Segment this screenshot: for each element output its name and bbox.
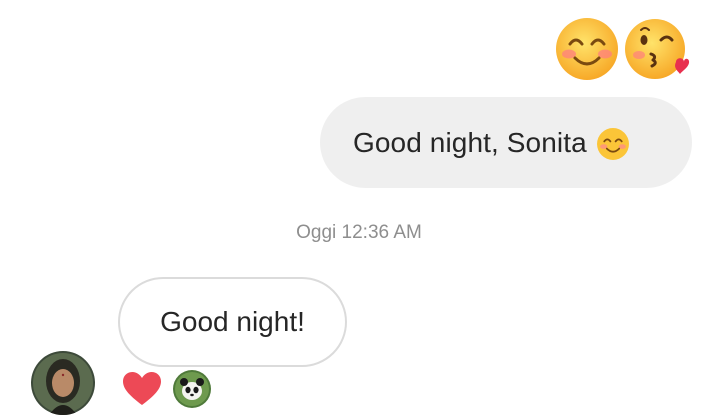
message-timestamp: Oggi 12:36 AM — [296, 222, 422, 243]
panda-avatar-photo — [173, 370, 211, 408]
incoming-message-text: Good night! — [160, 306, 305, 337]
smiling-face-with-smiling-eyes-icon — [596, 128, 629, 160]
smiling-face-with-smiling-eyes-icon — [556, 18, 618, 80]
emoji-message[interactable] — [554, 16, 690, 82]
incoming-message-bubble[interactable]: Good night! — [118, 277, 347, 367]
outgoing-message-bubble[interactable]: Good night, Sonita — [320, 97, 692, 188]
face-blowing-kiss-icon — [625, 19, 690, 79]
sender-avatar[interactable] — [31, 351, 95, 415]
message-reactions[interactable] — [122, 370, 211, 408]
outgoing-message-text: Good night, Sonita — [353, 126, 587, 158]
heart-icon — [123, 372, 161, 405]
avatar-photo — [31, 351, 95, 415]
reactor-avatar — [173, 370, 211, 408]
chat-screen: Good night, Sonita Oggi 12:36 AM Good ni… — [0, 0, 718, 417]
